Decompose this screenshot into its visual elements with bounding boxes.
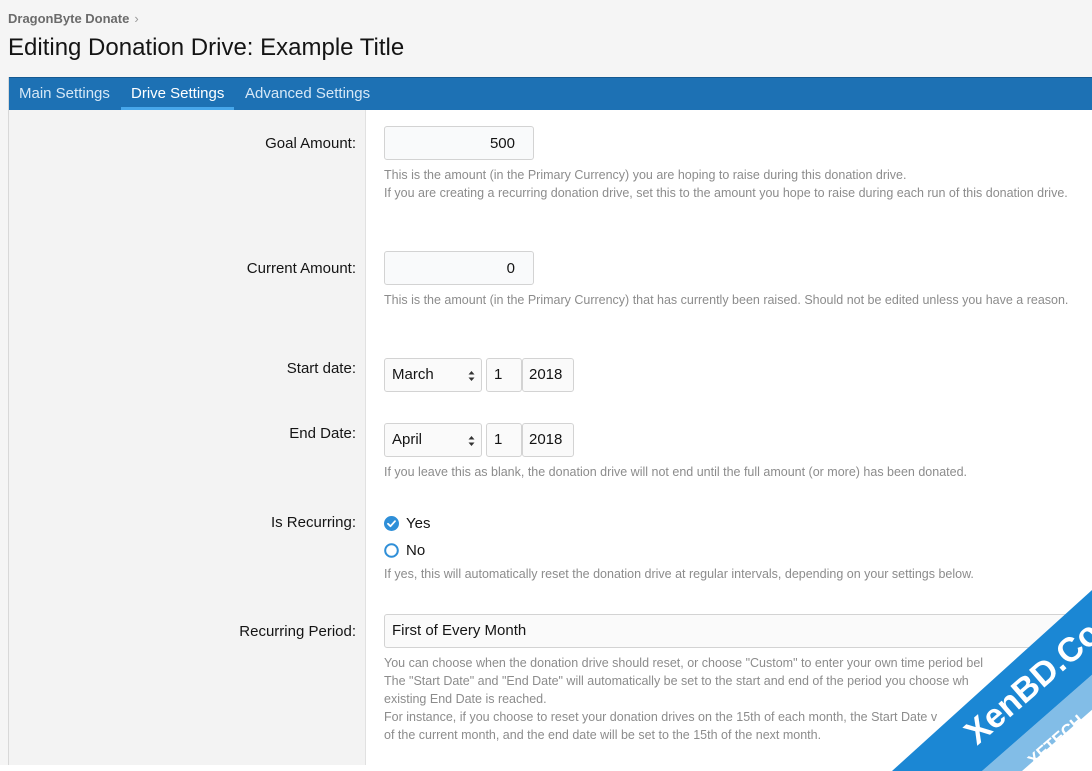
recurring-period-hint-line-3: existing End Date is reached.	[384, 690, 1074, 708]
start-day-input[interactable]: 1	[486, 358, 522, 392]
recurring-period-label: Recurring Period:	[239, 623, 356, 640]
start-month-select[interactable]: March	[384, 358, 482, 392]
end-year-input[interactable]: 2018	[522, 423, 574, 457]
goal-amount-input[interactable]	[384, 126, 534, 160]
recurring-period-select[interactable]: First of Every Month	[384, 614, 1074, 648]
start-month-value: March	[392, 366, 434, 383]
end-month-select[interactable]: April	[384, 423, 482, 457]
start-year-input[interactable]: 2018	[522, 358, 574, 392]
current-amount-hint: This is the amount (in the Primary Curre…	[384, 291, 1074, 309]
radio-checked-icon	[384, 516, 399, 531]
current-amount-label: Current Amount:	[247, 260, 356, 277]
recurring-period-hint-line-4: For instance, if you choose to reset you…	[384, 708, 1074, 726]
goal-amount-hint-line-2: If you are creating a recurring donation…	[384, 184, 1074, 202]
goal-amount-label: Goal Amount:	[265, 135, 356, 152]
breadcrumb-separator: ›	[134, 11, 138, 26]
end-date-hint: If you leave this as blank, the donation…	[384, 463, 1074, 481]
recurring-period-hint-line-1: You can choose when the donation drive s…	[384, 654, 1074, 672]
select-arrows-icon	[468, 435, 475, 447]
tab-main-settings[interactable]: Main Settings	[9, 78, 120, 110]
recurring-period-hint-line-5: of the current month, and the end date w…	[384, 726, 1074, 744]
page-title: Editing Donation Drive: Example Title	[8, 34, 404, 62]
tab-bar: Main Settings Drive Settings Advanced Se…	[9, 77, 1092, 110]
recurring-no-radio[interactable]: No	[384, 541, 425, 559]
tab-advanced-settings[interactable]: Advanced Settings	[235, 78, 380, 110]
radio-unchecked-icon	[384, 543, 399, 558]
is-recurring-hint: If yes, this will automatically reset th…	[384, 565, 1074, 583]
recurring-yes-radio[interactable]: Yes	[384, 514, 430, 532]
start-date-label: Start date:	[287, 360, 356, 377]
is-recurring-label: Is Recurring:	[271, 514, 356, 531]
recurring-period-hint-line-2: The "Start Date" and "End Date" will aut…	[384, 672, 1074, 690]
breadcrumb-item[interactable]: DragonByte Donate	[8, 11, 129, 26]
end-day-input[interactable]: 1	[486, 423, 522, 457]
current-amount-input[interactable]	[384, 251, 534, 285]
breadcrumb[interactable]: DragonByte Donate ›	[8, 11, 139, 26]
recurring-period-hint: You can choose when the donation drive s…	[384, 654, 1074, 744]
goal-amount-hint: This is the amount (in the Primary Curre…	[384, 166, 1074, 202]
end-month-value: April	[392, 431, 422, 448]
form-panel: Main Settings Drive Settings Advanced Se…	[8, 77, 1092, 765]
goal-amount-hint-line-1: This is the amount (in the Primary Curre…	[384, 166, 1074, 184]
select-arrows-icon	[468, 370, 475, 382]
tab-drive-settings[interactable]: Drive Settings	[121, 78, 234, 110]
recurring-no-label: No	[406, 542, 425, 559]
end-date-label: End Date:	[289, 425, 356, 442]
recurring-yes-label: Yes	[406, 515, 430, 532]
